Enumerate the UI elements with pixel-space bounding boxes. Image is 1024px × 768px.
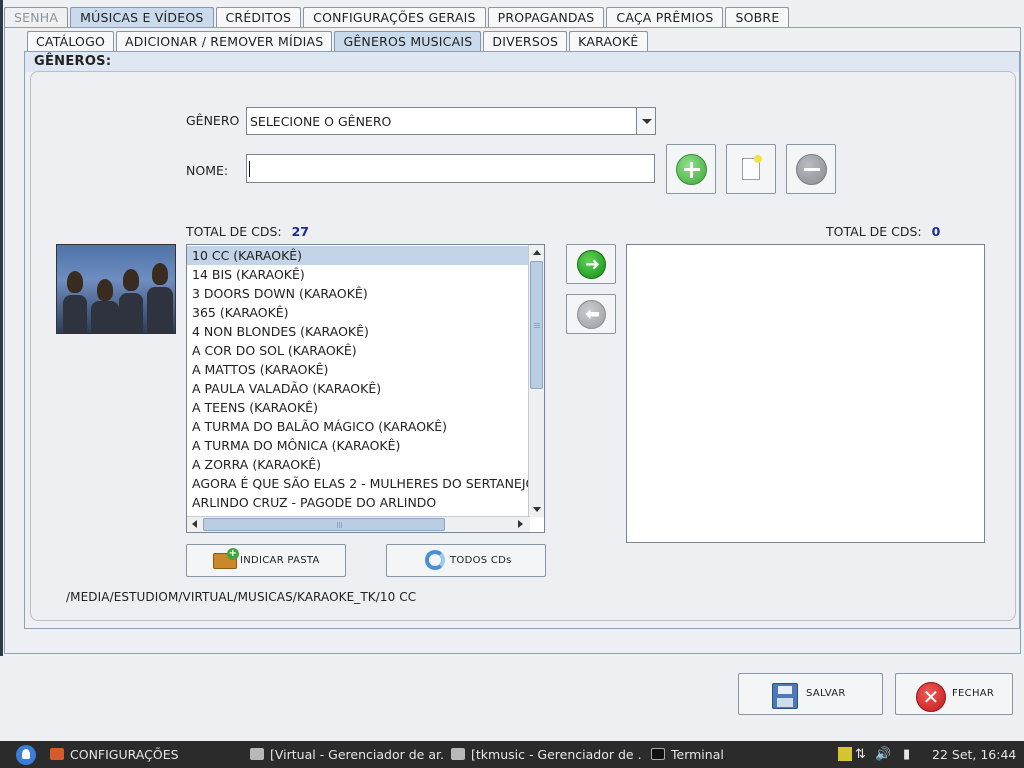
add-genre-button[interactable] xyxy=(666,144,716,194)
remove-genre-button[interactable] xyxy=(786,144,836,194)
app-window: SENHA MÚSICAS E VÍDEOS CRÉDITOS CONFIGUR… xyxy=(0,0,1024,741)
selected-cd-list[interactable] xyxy=(626,244,985,543)
scroll-right-icon[interactable] xyxy=(518,520,523,528)
chevron-down-icon[interactable] xyxy=(636,108,655,134)
section-title: GÊNEROS: xyxy=(34,54,112,69)
tab-karaoke[interactable]: KARAOKÊ xyxy=(569,31,648,51)
left-total-label: TOTAL DE CDS: xyxy=(186,224,282,239)
close-button[interactable]: ✕ FECHAR xyxy=(895,673,1013,715)
move-left-button[interactable]: ⬅ xyxy=(566,294,616,334)
name-input[interactable] xyxy=(246,154,655,183)
task-terminal[interactable]: Terminal xyxy=(651,741,761,768)
text-caret xyxy=(249,161,250,177)
list-item[interactable]: 365 (KARAOKÊ) xyxy=(187,303,529,322)
scroll-down-icon[interactable] xyxy=(533,507,541,512)
list-item[interactable]: 10 CC (KARAOKÊ) xyxy=(187,246,529,265)
list-item[interactable]: 4 NON BLONDES (KARAOKÊ) xyxy=(187,322,529,341)
tab-diversos[interactable]: DIVERSOS xyxy=(483,31,568,51)
genre-label: GÊNERO xyxy=(186,113,240,128)
list-item[interactable]: A ZORRA (KARAOKÊ) xyxy=(187,455,529,474)
tab-adicionar-remover-midias[interactable]: ADICIONAR / REMOVER MÍDIAS xyxy=(116,31,333,51)
left-total-count: 27 xyxy=(291,224,310,239)
list-item[interactable]: A PAULA VALADÃO (KARAOKÊ) xyxy=(187,379,529,398)
list-item[interactable]: ARLINDO CRUZ - PAGODE DO ARLINDO xyxy=(187,493,529,512)
task-tkmusic-file-manager[interactable]: [tkmusic - Gerenciador de ... xyxy=(451,741,641,768)
album-cover-image xyxy=(56,244,176,334)
tray-cpu-icon[interactable] xyxy=(838,747,852,761)
right-total: TOTAL DE CDS: 0 xyxy=(826,224,940,239)
right-total-count: 0 xyxy=(931,224,941,239)
all-cds-label: TODOS CDs xyxy=(450,555,512,566)
start-menu-icon[interactable] xyxy=(16,745,36,765)
cd-list[interactable]: ARLINDO CRUZ - PAGODE DO ARLINDO AGORA É … xyxy=(186,244,545,533)
list-item[interactable]: AGORA É QUE SÃO ELAS 2 - MULHERES DO SER… xyxy=(187,474,529,493)
task-virtual-file-manager[interactable]: [Virtual - Gerenciador de ar... xyxy=(250,741,445,768)
left-total: TOTAL DE CDS: 27 xyxy=(186,224,309,239)
task-configuracoes[interactable]: CONFIGURAÇÕES xyxy=(50,741,240,768)
sparkle-icon xyxy=(754,155,762,163)
network-icon[interactable]: ⇅ xyxy=(855,741,866,768)
tab-senha[interactable]: SENHA xyxy=(4,7,69,27)
tab-propagandas[interactable]: PROPAGANDAS xyxy=(487,7,605,27)
volume-icon[interactable]: 🔊 xyxy=(875,741,891,768)
arrow-right-icon: ➜ xyxy=(577,250,606,279)
genre-select-value: SELECIONE O GÊNERO xyxy=(250,114,392,129)
indicate-folder-label: INDICAR PASTA xyxy=(240,555,320,566)
move-right-button[interactable]: ➜ xyxy=(566,244,616,284)
new-genre-button[interactable] xyxy=(726,144,776,194)
tab-generos-musicais[interactable]: GÊNEROS MUSICAIS xyxy=(334,31,482,51)
tab-musicas-e-videos[interactable]: MÚSICAS E VÍDEOS xyxy=(70,7,214,27)
horizontal-scroll-thumb[interactable] xyxy=(203,518,445,531)
refresh-icon xyxy=(425,550,445,570)
genre-select[interactable]: SELECIONE O GÊNERO xyxy=(246,107,656,135)
main-tab-bar: SENHA MÚSICAS E VÍDEOS CRÉDITOS CONFIGUR… xyxy=(4,7,791,27)
task-label: Terminal xyxy=(671,747,724,762)
tab-caca-premios[interactable]: CAÇA PRÊMIOS xyxy=(606,7,724,27)
list-item[interactable]: 14 BIS (KARAOKÊ) xyxy=(187,265,529,284)
task-label: CONFIGURAÇÕES xyxy=(70,747,179,762)
add-circle-icon xyxy=(676,154,707,185)
java-icon xyxy=(50,748,64,760)
tab-sobre[interactable]: SOBRE xyxy=(725,7,790,27)
window-edge xyxy=(0,0,3,741)
arrow-left-icon: ⬅ xyxy=(577,300,606,329)
tab-configuracoes-gerais[interactable]: CONFIGURAÇÕES GERAIS xyxy=(303,7,486,27)
section-header xyxy=(25,52,1019,72)
save-label: SALVAR xyxy=(806,688,846,699)
scroll-left-icon[interactable] xyxy=(192,520,197,528)
list-item[interactable]: A TURMA DO MÔNICA (KARAOKÊ) xyxy=(187,436,529,455)
save-button[interactable]: SALVAR xyxy=(738,673,883,715)
folder-icon xyxy=(250,748,264,760)
right-total-label: TOTAL DE CDS: xyxy=(826,224,922,239)
all-cds-button[interactable]: TODOS CDs xyxy=(386,544,546,577)
scroll-up-icon[interactable] xyxy=(533,250,541,255)
taskbar: CONFIGURAÇÕES [Virtual - Gerenciador de … xyxy=(0,741,1024,768)
name-label: NOME: xyxy=(186,163,229,178)
plus-badge-icon: + xyxy=(227,548,239,560)
list-item[interactable]: A TURMA DO BALÃO MÁGICO (KARAOKÊ) xyxy=(187,417,529,436)
battery-icon[interactable]: ▮ xyxy=(903,741,910,768)
list-item[interactable]: A COR DO SOL (KARAOKÊ) xyxy=(187,341,529,360)
list-item[interactable]: A MATTOS (KARAOKÊ) xyxy=(187,360,529,379)
terminal-icon xyxy=(651,748,665,760)
tab-creditos[interactable]: CRÉDITOS xyxy=(215,7,302,27)
indicate-folder-button[interactable]: + INDICAR PASTA xyxy=(186,544,346,577)
vertical-scroll-thumb[interactable] xyxy=(530,261,543,389)
list-item[interactable]: A TEENS (KARAOKÊ) xyxy=(187,398,529,417)
close-icon: ✕ xyxy=(916,682,946,712)
horizontal-scrollbar[interactable] xyxy=(187,516,530,532)
floppy-disk-icon xyxy=(772,683,798,709)
task-label: [Virtual - Gerenciador de ar... xyxy=(270,747,445,762)
sub-tab-bar: CATÁLOGO ADICIONAR / REMOVER MÍDIAS GÊNE… xyxy=(27,31,650,51)
list-item[interactable]: 3 DOORS DOWN (KARAOKÊ) xyxy=(187,284,529,303)
clock[interactable]: 22 Set, 16:44 xyxy=(932,741,1022,768)
bottom-bar: SALVAR ✕ FECHAR xyxy=(0,656,1024,741)
remove-circle-icon xyxy=(796,154,827,185)
task-label: [tkmusic - Gerenciador de ... xyxy=(471,747,641,762)
tab-catalogo[interactable]: CATÁLOGO xyxy=(27,31,115,51)
close-label: FECHAR xyxy=(952,688,995,699)
current-path: /MEDIA/ESTUDIOM/VIRTUAL/MUSICAS/KARAOKE_… xyxy=(66,590,417,604)
folder-icon xyxy=(451,748,465,760)
vertical-scrollbar[interactable] xyxy=(528,245,544,517)
